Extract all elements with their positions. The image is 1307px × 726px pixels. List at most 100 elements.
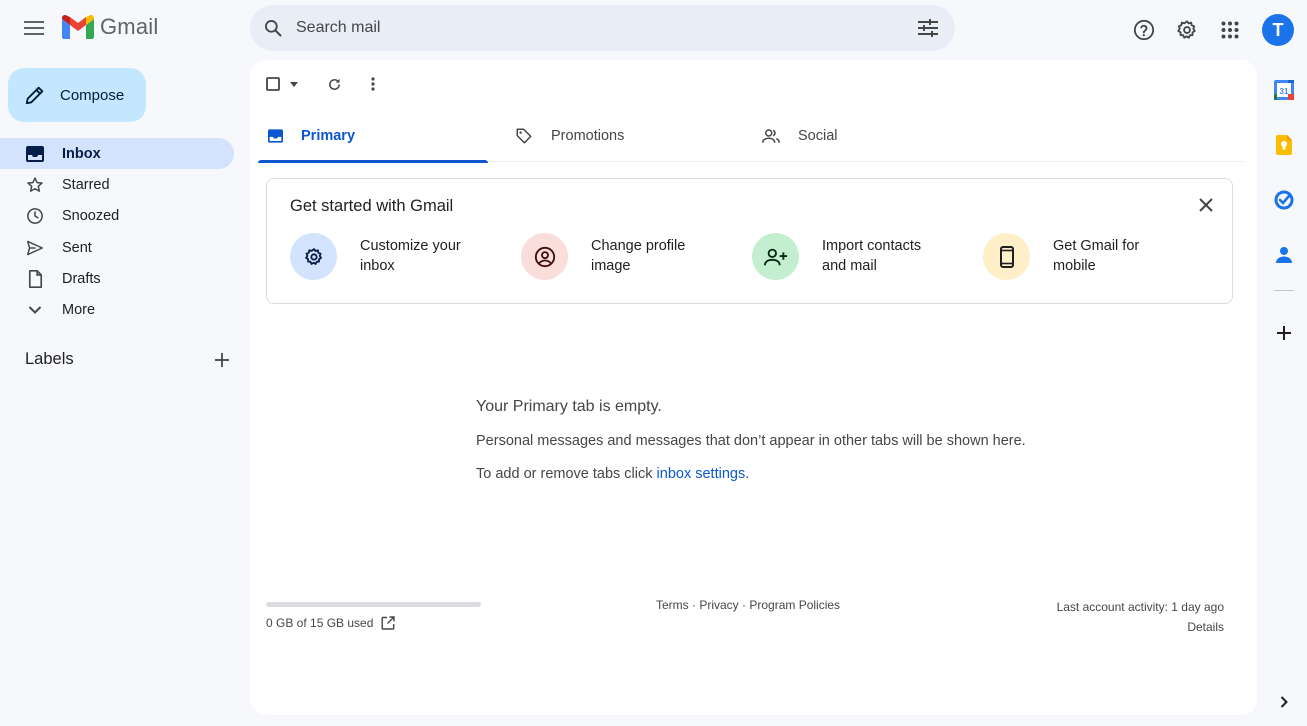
program-policies-link[interactable]: Program Policies [749,598,840,612]
person-add-icon [763,248,787,265]
sidebar-item-label: Drafts [62,270,101,287]
get-started-item-line: inbox [360,257,395,274]
apps-grid-icon [1221,21,1239,39]
sidebar-nav: Inbox Starred Snoozed Sent Drafts More [0,138,234,326]
get-started-item-text: Customize your inbox [360,237,500,276]
search-input[interactable] [296,5,905,51]
calendar-app-button[interactable]: 31 [1264,70,1304,110]
get-started-get-mobile-app[interactable]: Get Gmail for mobile [983,233,1214,280]
search-bar [250,5,955,51]
category-tabs: Primary Promotions Social [258,110,1244,163]
empty-state-hint-prefix: To add or remove tabs click [476,466,657,482]
create-label-button[interactable] [214,352,230,368]
tag-icon [516,128,532,144]
gear-icon [1177,20,1196,39]
inbox-settings-link[interactable]: inbox settings [657,466,746,482]
storage-progress-bar [266,602,481,607]
get-started-icon-circle [521,233,568,280]
settings-button[interactable] [1167,10,1207,50]
main-panel: Primary Promotions Social Get started wi… [250,60,1257,715]
sidebar-item-label: Sent [62,239,92,256]
sidebar-item-inbox[interactable]: Inbox [0,138,234,170]
get-started-icon-circle [290,233,337,280]
chevron-right-icon [1280,696,1288,708]
sidebar-item-sent[interactable]: Sent [0,232,234,263]
get-started-items: Customize your inbox Change profile imag… [290,233,1214,280]
gear-icon [304,247,322,265]
search-button[interactable] [250,5,296,51]
caret-down-icon [290,81,298,87]
sidebar-item-more[interactable]: More [0,294,234,325]
tab-label: Promotions [551,128,625,144]
calendar-day: 31 [1280,87,1289,96]
contacts-icon [1276,247,1292,263]
search-icon [265,20,282,37]
calendar-icon: 31 [1274,80,1294,100]
main-menu-button[interactable] [16,10,52,46]
empty-state-hint-suffix: . [745,466,750,482]
labels-title: Labels [25,350,74,368]
get-started-item-text: Get Gmail for mobile [1053,237,1193,276]
inbox-icon [25,144,45,164]
add-icon [215,352,229,367]
search-options-button[interactable] [905,5,951,51]
footer-separator: · [738,598,750,612]
tasks-app-button[interactable] [1264,180,1304,220]
compose-button[interactable]: Compose [8,68,146,122]
get-started-customize-inbox[interactable]: Customize your inbox [290,233,521,280]
sidebar-item-snoozed[interactable]: Snoozed [0,201,234,232]
open-in-new-icon [381,616,396,630]
sidebar-item-label: Starred [62,176,110,193]
tab-primary[interactable]: Primary [258,110,488,163]
contacts-app-button[interactable] [1264,235,1304,275]
people-icon [762,129,780,143]
draft-icon [25,269,45,289]
sidebar-item-starred[interactable]: Starred [0,169,234,200]
refresh-button[interactable] [320,70,348,98]
get-addons-button[interactable] [1264,313,1304,353]
sidebar-item-label: Inbox [62,145,101,162]
sidebar-item-label: Snoozed [62,208,120,225]
show-side-panel-button[interactable] [1272,690,1296,714]
get-started-item-line: Get Gmail for [1053,238,1140,254]
get-started-icon-circle [752,233,799,280]
get-started-title: Get started with Gmail [290,197,454,215]
get-started-import-contacts[interactable]: Import contacts and mail [752,233,983,280]
keep-app-button[interactable] [1264,125,1304,165]
get-started-close-button[interactable] [1194,193,1218,217]
header-actions: T [1121,10,1295,50]
clock-icon [25,206,45,226]
tasks-icon [1274,190,1294,210]
get-started-item-text: Import contacts and mail [822,237,962,276]
mail-toolbar [260,70,387,98]
privacy-link[interactable]: Privacy [699,598,738,612]
select-checkbox[interactable] [260,70,286,98]
sidebar-item-label: More [62,302,96,319]
get-started-item-text: Change profile image [591,237,731,276]
close-icon [1199,198,1213,212]
get-started-card: Get started with Gmail Customize your in… [266,178,1233,304]
get-started-item-line: Import contacts [822,238,922,254]
labels-section-header: Labels [25,350,230,369]
tune-icon [918,19,938,37]
sidebar-item-drafts[interactable]: Drafts [0,263,234,294]
account-avatar[interactable]: T [1262,14,1294,46]
gmail-logo[interactable]: Gmail [62,14,158,40]
tab-social[interactable]: Social [752,110,982,162]
select-menu-button[interactable] [286,70,302,98]
activity-details-link[interactable]: Details [1057,618,1224,638]
support-button[interactable] [1124,10,1164,50]
get-started-change-profile-image[interactable]: Change profile image [521,233,752,280]
app-name: Gmail [100,14,159,39]
more-options-button[interactable] [359,70,387,98]
tab-promotions[interactable]: Promotions [505,110,735,162]
get-started-item-line: Change profile [591,238,686,254]
google-apps-button[interactable] [1210,10,1250,50]
terms-link[interactable]: Terms [656,598,689,612]
chevron-down-icon [25,300,45,320]
empty-state-hint: To add or remove tabs click inbox settin… [476,466,1036,482]
get-started-item-line: mobile [1053,257,1096,274]
inbox-icon [268,129,283,143]
help-icon [1133,19,1155,41]
manage-storage-button[interactable] [381,616,396,630]
